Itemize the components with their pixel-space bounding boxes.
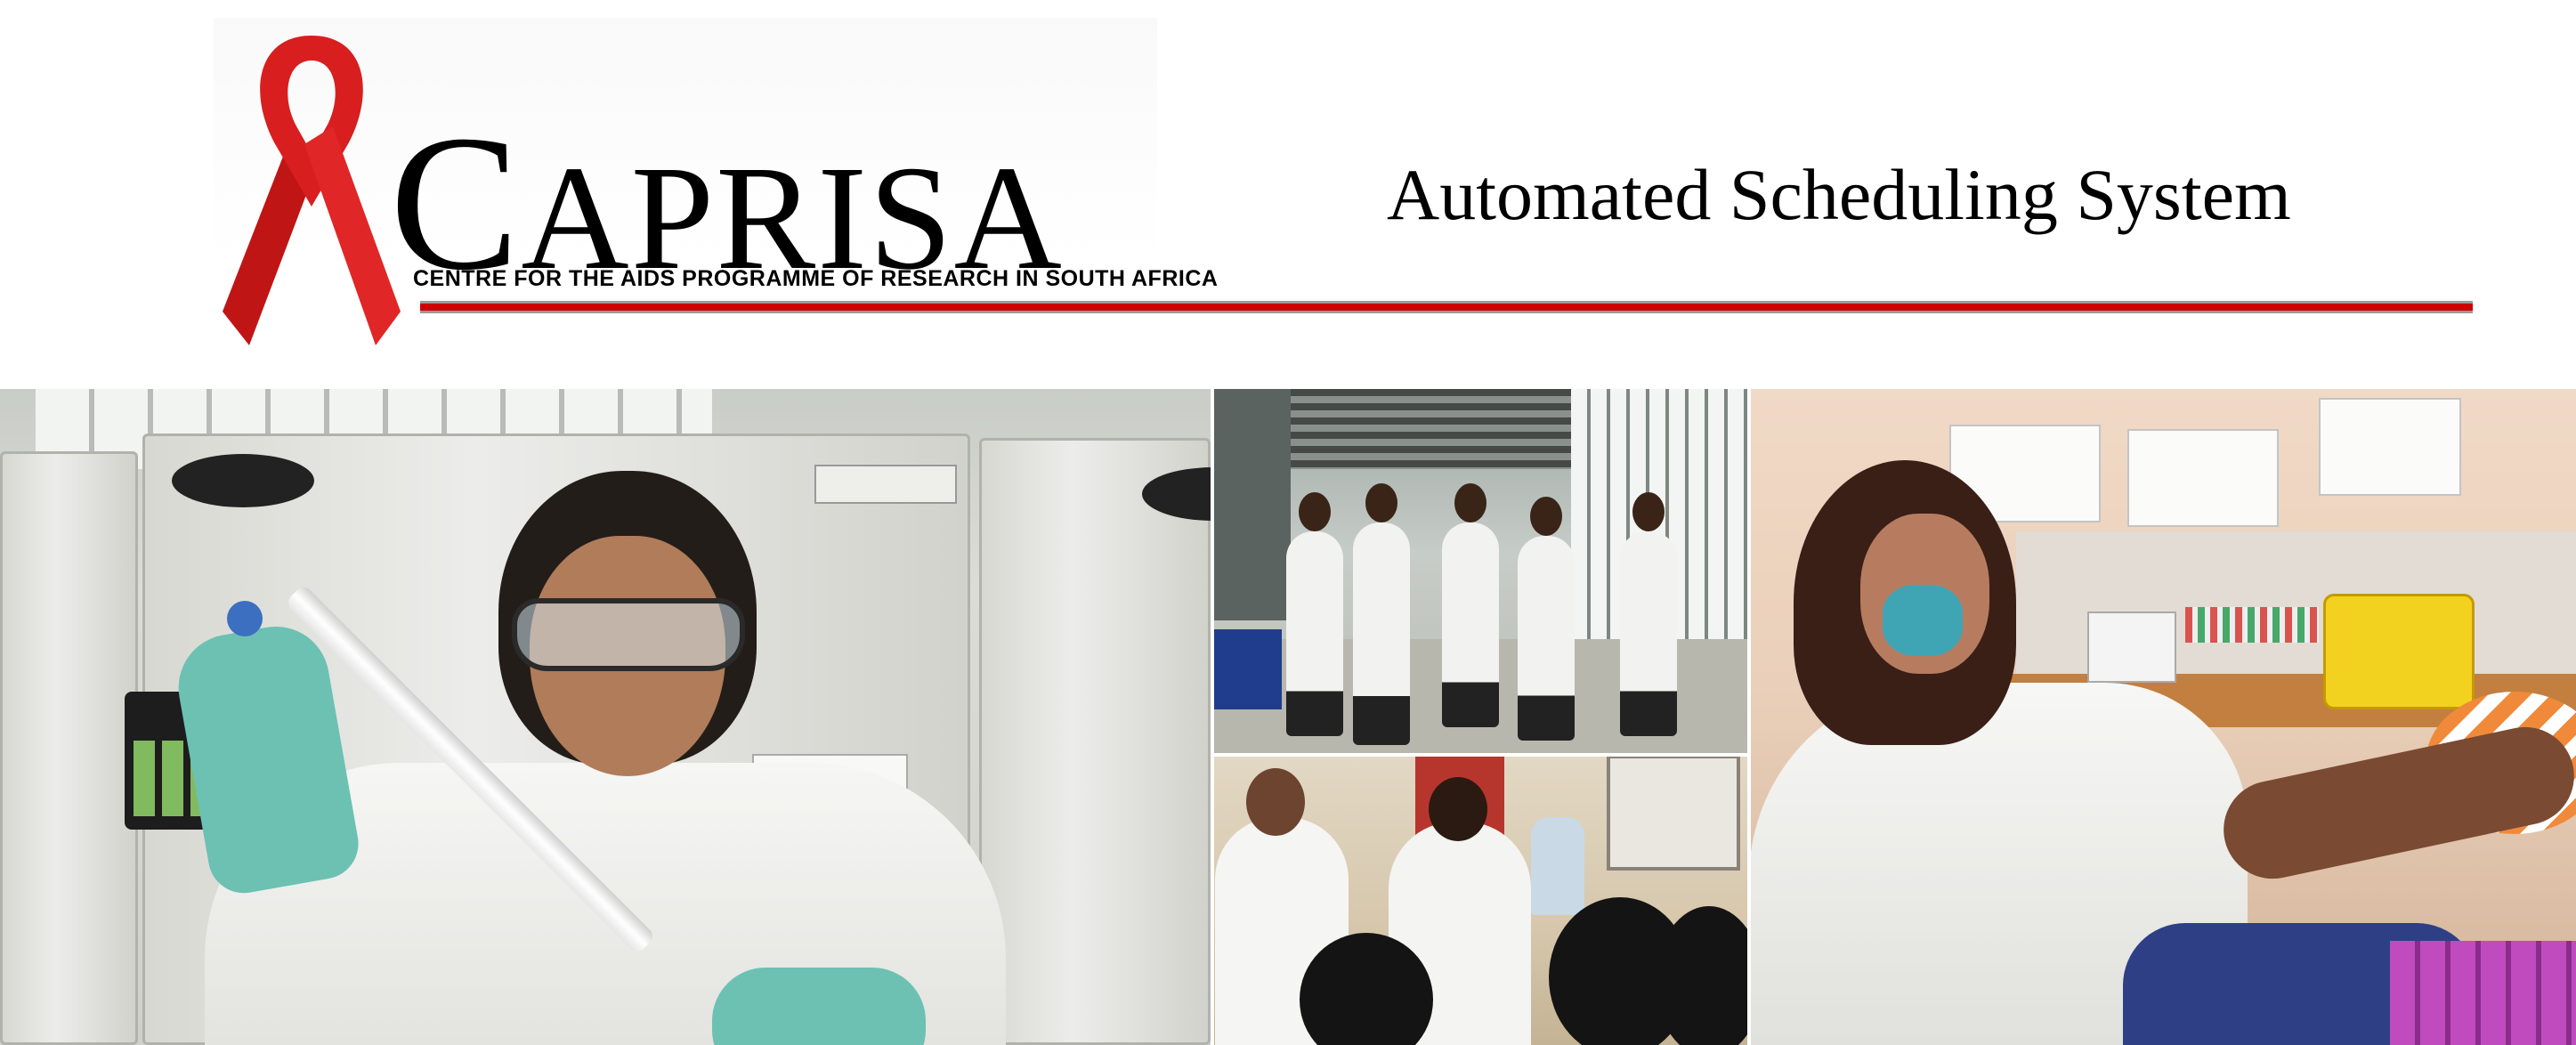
photo-detail-label — [814, 465, 957, 504]
photo-detail-glove — [712, 968, 926, 1045]
photo-detail-head — [1429, 777, 1487, 841]
photo-detail-window — [1607, 755, 1740, 871]
collage-divider — [1747, 389, 1751, 1045]
photo-collage — [0, 389, 2576, 1045]
photo-detail-person — [1620, 492, 1677, 736]
photo-detail-wall — [1211, 389, 1291, 620]
photo-detail-pipette-button — [227, 601, 263, 636]
photo-detail-mask — [1883, 585, 1963, 656]
photo-corridor-group — [1211, 389, 1749, 755]
header-banner: CAPRISA CENTRE FOR THE AIDS PROGRAMME OF… — [0, 0, 2576, 389]
photo-clinic-blood-draw — [1749, 389, 2576, 1045]
collage-divider — [1211, 389, 1214, 1045]
photo-detail-person — [1286, 492, 1343, 736]
photo-detail-chart — [2319, 398, 2461, 496]
photo-detail-head — [1246, 768, 1305, 836]
red-awareness-ribbon-icon — [223, 36, 401, 345]
app-title: Automated Scheduling System — [1387, 154, 2291, 235]
photo-detail-badge — [1142, 467, 1211, 521]
photo-detail-tubes — [2185, 607, 2319, 643]
photo-detail-bench — [1211, 629, 1282, 709]
photo-detail-tube-rack — [2390, 941, 2576, 1045]
photo-community-outreach — [1211, 755, 1749, 1045]
photo-detail-freezer — [0, 451, 138, 1045]
photo-detail-person — [1518, 497, 1575, 741]
collage-divider — [1211, 753, 1749, 757]
photo-detail-person — [1353, 483, 1410, 745]
header-divider-rule — [420, 301, 2473, 317]
photo-detail-water-cooler — [1531, 817, 1584, 915]
photo-detail-person — [1442, 483, 1499, 727]
photo-detail-notice — [2127, 429, 2279, 527]
photo-detail-arm — [2214, 717, 2576, 888]
photo-detail-badge — [172, 454, 314, 507]
photo-detail-box — [2087, 612, 2176, 683]
photo-detail-freezer — [979, 438, 1211, 1045]
brand-tagline: CENTRE FOR THE AIDS PROGRAMME OF RESEARC… — [413, 266, 1219, 291]
photo-lab-researcher — [0, 389, 1211, 1045]
photo-detail-goggles — [512, 598, 745, 671]
photo-detail-sharps-bin — [2323, 594, 2475, 709]
